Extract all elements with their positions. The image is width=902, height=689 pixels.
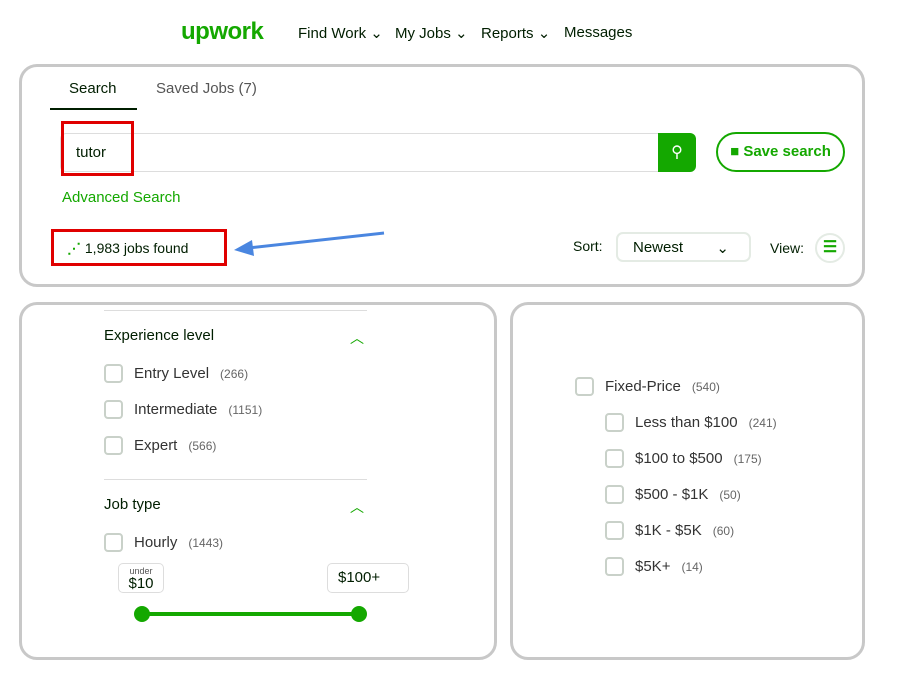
highlight-box (61, 121, 134, 176)
nav-messages[interactable]: Messages (564, 24, 632, 41)
label: Less than $100 (635, 414, 738, 431)
label: $1K - $5K (635, 522, 702, 539)
nav-label: My Jobs (395, 25, 451, 42)
count: (266) (220, 366, 249, 381)
nav-reports[interactable]: Reports ⌄ (481, 24, 550, 42)
slider-handle-max[interactable] (351, 606, 367, 622)
sort-dropdown[interactable]: Newest ⌄ (616, 232, 751, 262)
count-suffix: jobs found (123, 240, 189, 256)
label: Expert (134, 437, 178, 454)
advanced-search-link[interactable]: Advanced Search (62, 189, 180, 206)
job-type-hourly[interactable]: Hourly (1443) (104, 533, 223, 552)
annotation-arrow (234, 231, 385, 256)
chevron-down-icon: ⌄ (537, 25, 551, 42)
checkbox[interactable] (104, 400, 123, 419)
count: (60) (712, 523, 735, 538)
save-search-button[interactable]: ■ Save search (716, 132, 845, 172)
experience-entry[interactable]: Entry Level (266) (104, 364, 248, 383)
fixed-price[interactable]: Fixed-Price (540) (575, 377, 720, 396)
checkbox[interactable] (605, 413, 624, 432)
checkbox[interactable] (575, 377, 594, 396)
label: Entry Level (134, 365, 210, 382)
nav-find-work[interactable]: Find Work ⌄ (298, 24, 383, 42)
label: Fixed-Price (605, 378, 681, 395)
view-label: View: (770, 240, 804, 256)
experience-expert[interactable]: Expert (566) (104, 436, 216, 455)
count: (14) (681, 559, 703, 574)
checkbox[interactable] (605, 557, 624, 576)
fixed-option[interactable]: $1K - $5K (60) (605, 521, 734, 540)
folder-icon: ■ (730, 143, 740, 160)
count: (241) (748, 415, 777, 430)
checkbox[interactable] (104, 533, 123, 552)
experience-intermediate[interactable]: Intermediate (1151) (104, 400, 262, 419)
slider-handle-min[interactable] (134, 606, 150, 622)
fixed-option[interactable]: $5K+ (14) (605, 557, 703, 576)
rss-icon[interactable]: ⋰ (67, 240, 81, 256)
left-filter-card (19, 302, 497, 660)
sort-label: Sort: (573, 238, 603, 254)
chevron-down-icon: ⌄ (455, 25, 468, 42)
checkbox[interactable] (605, 521, 624, 540)
fixed-option[interactable]: $500 - $1K (50) (605, 485, 741, 504)
search-icon: ⚲ (671, 144, 683, 161)
fixed-option[interactable]: Less than $100 (241) (605, 413, 777, 432)
chevron-down-icon: ⌄ (716, 240, 729, 257)
chevron-down-icon: ⌄ (370, 25, 383, 42)
right-filter-card (510, 302, 865, 660)
list-view-icon[interactable]: ☰ (815, 233, 845, 263)
divider (104, 479, 367, 480)
search-input[interactable] (60, 133, 660, 172)
experience-title: Experience level (104, 327, 215, 344)
checkbox[interactable] (104, 436, 123, 455)
tab-search[interactable]: Search (69, 80, 117, 97)
checkbox[interactable] (605, 485, 624, 504)
min-rate-tooltip: under $10 (118, 563, 164, 593)
nav-label: Find Work (298, 25, 367, 42)
count: (50) (719, 487, 741, 502)
count: (1151) (228, 402, 263, 417)
label: Intermediate (134, 401, 218, 418)
search-button[interactable]: ⚲ (658, 133, 696, 172)
job-type-title: Job type (104, 496, 161, 513)
count: (566) (188, 438, 217, 453)
count: (540) (691, 379, 720, 394)
nav-label: Reports (481, 25, 534, 42)
divider (104, 310, 367, 311)
min-value: $10 (128, 575, 154, 592)
nav-my-jobs[interactable]: My Jobs ⌄ (395, 24, 468, 42)
tab-saved-jobs[interactable]: Saved Jobs (7) (156, 80, 257, 97)
save-label: Save search (743, 143, 831, 160)
fixed-option[interactable]: $100 to $500 (175) (605, 449, 762, 468)
max-rate-tooltip: $100+ (327, 563, 409, 593)
jobs-count: ⋰ 1,983 jobs found (67, 240, 188, 257)
count: (175) (733, 451, 762, 466)
label: $500 - $1K (635, 486, 709, 503)
rate-slider-track[interactable] (142, 612, 360, 616)
label: $5K+ (635, 558, 671, 575)
count-value: 1,983 (84, 240, 120, 256)
upwork-logo[interactable]: upwork (181, 18, 264, 46)
checkbox[interactable] (104, 364, 123, 383)
label: $100 to $500 (635, 450, 723, 467)
active-tab-indicator (50, 108, 137, 110)
chevron-up-icon[interactable]: ︿ (350, 497, 364, 517)
count: (1443) (188, 535, 224, 550)
label: Hourly (134, 534, 178, 551)
checkbox[interactable] (605, 449, 624, 468)
chevron-up-icon[interactable]: ︿ (350, 328, 364, 348)
sort-value: Newest (633, 239, 684, 256)
